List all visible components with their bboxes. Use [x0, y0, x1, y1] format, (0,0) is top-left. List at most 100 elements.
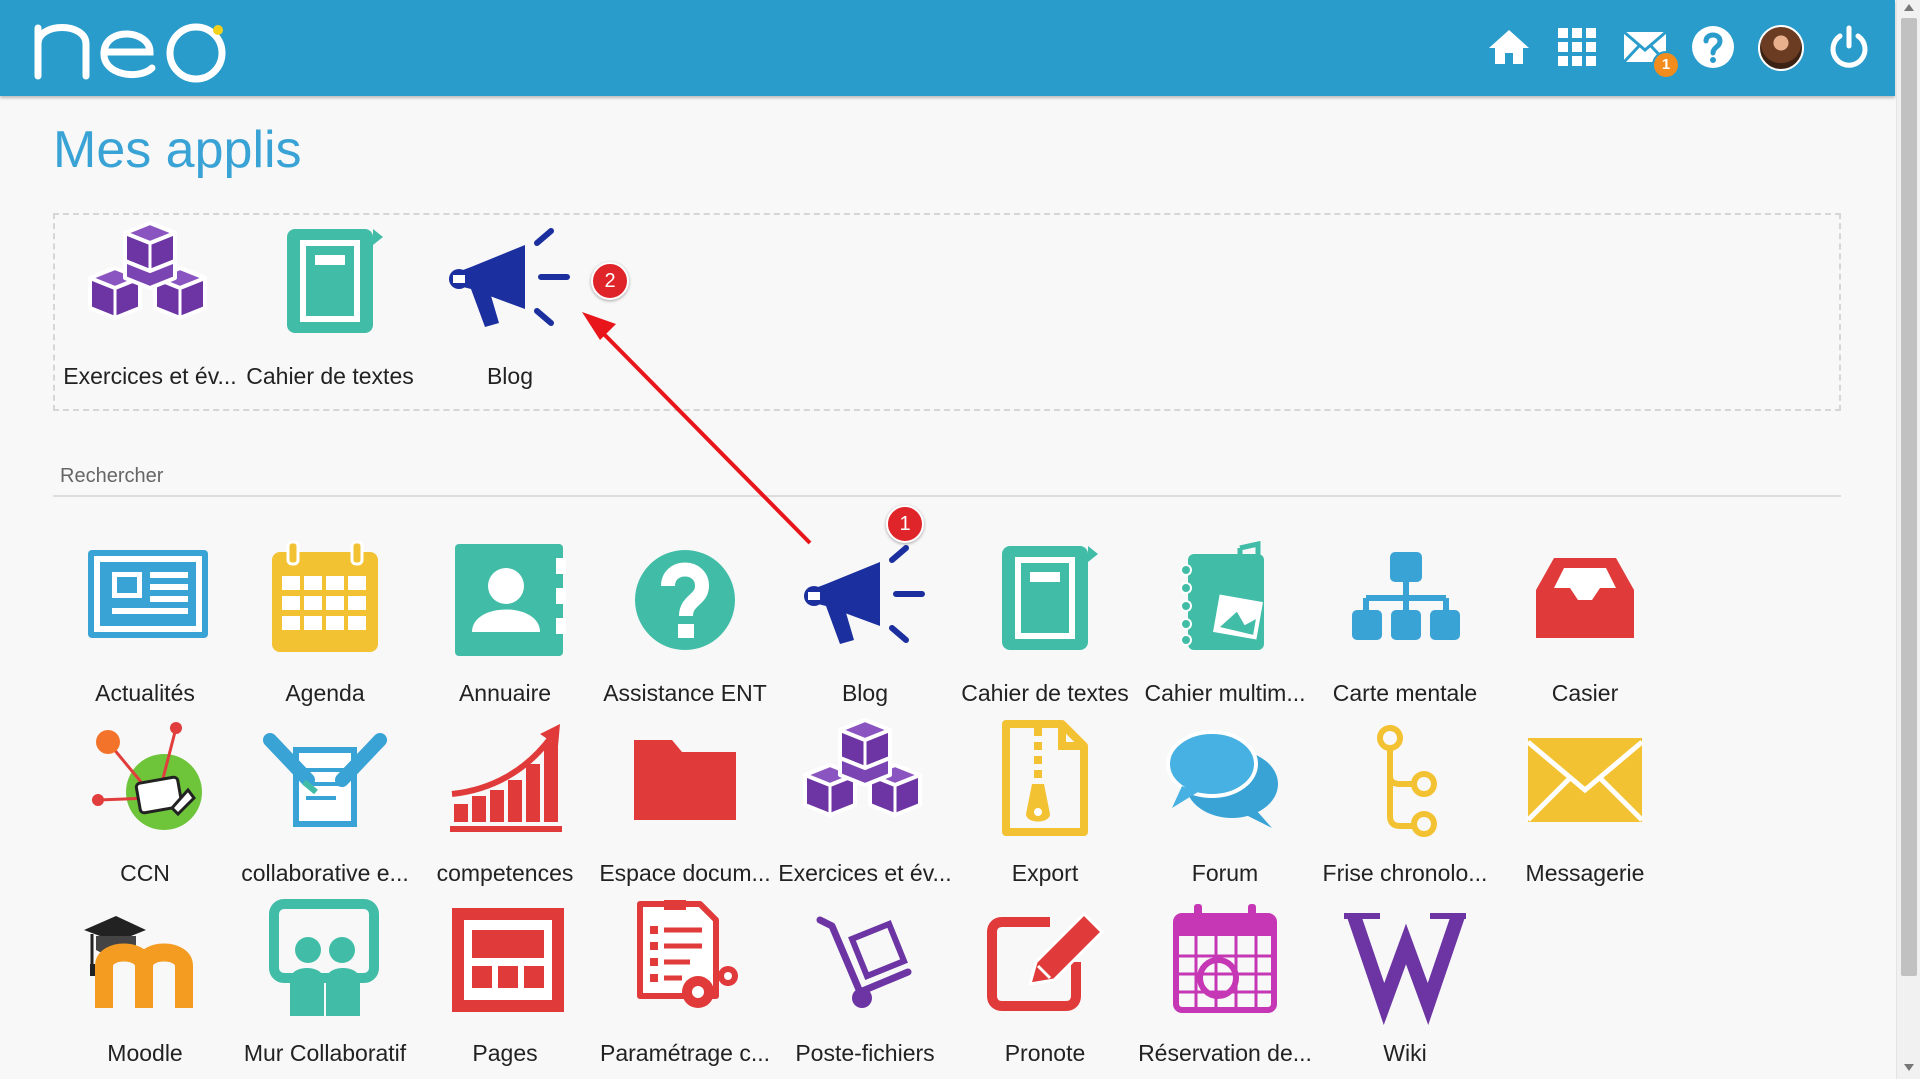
- app-label: Poste-fichiers: [795, 1040, 935, 1066]
- moodle-icon: [80, 900, 210, 1020]
- booking-calendar-icon: [1160, 900, 1290, 1020]
- collaborative-editor-icon: [260, 720, 390, 840]
- app-label: Actualités: [95, 680, 195, 706]
- app-tile-competences[interactable]: competences: [415, 720, 595, 890]
- help-icon[interactable]: [1690, 24, 1736, 70]
- calendar-icon: [260, 540, 390, 660]
- app-tile-ccn[interactable]: CCN: [55, 720, 235, 890]
- app-label: Blog: [841, 680, 889, 706]
- app-tile-wiki[interactable]: Wiki: [1315, 900, 1495, 1070]
- home-icon[interactable]: [1486, 24, 1532, 70]
- scroll-up-arrow-icon[interactable]: [1904, 4, 1914, 11]
- app-tile-moodle[interactable]: Moodle: [55, 900, 235, 1070]
- app-tile-annuaire[interactable]: Annuaire: [415, 540, 595, 710]
- favorite-app-label: Cahier de textes: [246, 363, 414, 389]
- newspaper-icon: [80, 540, 210, 660]
- mail-count-badge: 1: [1652, 51, 1680, 79]
- wiki-icon: [1340, 900, 1470, 1025]
- megaphone-icon: [445, 223, 575, 343]
- app-tile-actualites[interactable]: Actualités: [55, 540, 235, 710]
- app-label: Frise chronolo...: [1322, 860, 1488, 886]
- app-label: Casier: [1551, 680, 1619, 706]
- search-input[interactable]: Rechercher: [60, 465, 163, 488]
- page-scrollbar[interactable]: [1896, 0, 1920, 1079]
- favorite-app-label: Blog: [486, 363, 534, 389]
- app-tile-casier[interactable]: Casier: [1495, 540, 1675, 710]
- zip-file-icon: [980, 720, 1110, 840]
- app-tile-agenda[interactable]: Agenda: [235, 540, 415, 710]
- app-label: Exercices et év...: [778, 860, 952, 886]
- search-underline: [53, 495, 1841, 497]
- app-label: Assistance ENT: [603, 680, 767, 706]
- scroll-down-arrow-icon[interactable]: [1904, 1064, 1914, 1071]
- app-label: CCN: [120, 860, 170, 886]
- pages-icon: [440, 900, 570, 1020]
- app-label: Espace docum...: [599, 860, 771, 886]
- app-tile-mur-collaboratif[interactable]: Mur Collaboratif: [235, 899, 415, 1070]
- app-label: Paramétrage c...: [599, 1040, 771, 1066]
- annotation-badge-2: 2: [591, 262, 629, 300]
- folder-icon: [620, 720, 750, 840]
- cubes-icon: [85, 221, 215, 343]
- multimedia-notebook-icon: [1160, 540, 1290, 660]
- app-label: Annuaire: [458, 680, 552, 706]
- app-tile-collaborative-editor[interactable]: collaborative e...: [235, 720, 415, 890]
- power-icon[interactable]: [1826, 24, 1872, 70]
- app-label: collaborative e...: [241, 860, 409, 886]
- notebook-icon: [980, 540, 1110, 660]
- app-tile-messagerie[interactable]: Messagerie: [1495, 720, 1675, 890]
- cubes-icon: [800, 718, 930, 840]
- app-tile-reservation[interactable]: Réservation de...: [1135, 900, 1315, 1070]
- app-label: Carte mentale: [1332, 680, 1478, 706]
- hand-truck-icon: [800, 900, 930, 1020]
- app-label: Moodle: [107, 1040, 183, 1066]
- app-tile-carte-mentale[interactable]: Carte mentale: [1315, 540, 1495, 710]
- app-tile-cahier-multimedia[interactable]: Cahier multim...: [1135, 540, 1315, 710]
- app-tile-pronote[interactable]: Pronote: [955, 900, 1135, 1070]
- app-tile-cahier-de-textes[interactable]: Cahier de textes: [955, 540, 1135, 710]
- app-label: Mur Collaboratif: [243, 1040, 407, 1066]
- app-tile-poste-fichiers[interactable]: Poste-fichiers: [775, 900, 955, 1070]
- ccn-icon: [80, 720, 210, 840]
- app-label: Réservation de...: [1138, 1040, 1312, 1066]
- app-label: Pages: [472, 1040, 538, 1066]
- app-label: Cahier multim...: [1144, 680, 1306, 706]
- app-tile-pages[interactable]: Pages: [415, 900, 595, 1070]
- scrollbar-thumb[interactable]: [1901, 18, 1917, 976]
- edit-pencil-icon: [980, 900, 1110, 1020]
- neo-logo[interactable]: [30, 10, 240, 85]
- page-title: Mes applis: [53, 121, 302, 179]
- mindmap-icon: [1340, 540, 1470, 660]
- address-book-icon: [440, 540, 570, 660]
- app-tile-blog[interactable]: Blog: [775, 540, 955, 710]
- timeline-icon: [1340, 720, 1470, 840]
- megaphone-icon: [800, 540, 930, 660]
- question-icon: [620, 540, 750, 660]
- favorite-app-exercices[interactable]: Exercices et év...: [60, 221, 240, 393]
- envelope-icon: [1520, 720, 1650, 840]
- app-tile-parametrage[interactable]: Paramétrage c...: [595, 900, 775, 1070]
- favorite-app-cahier-de-textes[interactable]: Cahier de textes: [240, 223, 420, 393]
- favorite-app-label: Exercices et év...: [63, 363, 237, 389]
- app-label: Export: [1011, 860, 1079, 886]
- app-tile-frise-chronologique[interactable]: Frise chronolo...: [1315, 720, 1495, 890]
- growth-chart-icon: [440, 720, 570, 840]
- inbox-tray-icon: [1520, 540, 1650, 660]
- app-tile-espace-documentaire[interactable]: Espace docum...: [595, 720, 775, 890]
- app-tile-forum[interactable]: Forum: [1135, 720, 1315, 890]
- collaborative-wall-icon: [260, 899, 390, 1020]
- favorite-app-blog[interactable]: Blog: [420, 223, 600, 393]
- notebook-icon: [265, 223, 395, 343]
- annotation-badge-1: 1: [886, 505, 924, 543]
- app-tile-export[interactable]: Export: [955, 720, 1135, 890]
- avatar[interactable]: [1758, 25, 1804, 71]
- app-label: Pronote: [1004, 1040, 1086, 1066]
- settings-document-icon: [620, 900, 750, 1020]
- app-tile-exercices[interactable]: Exercices et év...: [775, 718, 955, 890]
- apps-grid-icon[interactable]: [1554, 24, 1600, 70]
- app-tile-assistance-ent[interactable]: Assistance ENT: [595, 540, 775, 710]
- app-label: Cahier de textes: [961, 680, 1129, 706]
- app-label: Forum: [1191, 860, 1259, 886]
- chat-bubbles-icon: [1160, 720, 1290, 840]
- app-label: Messagerie: [1525, 860, 1645, 886]
